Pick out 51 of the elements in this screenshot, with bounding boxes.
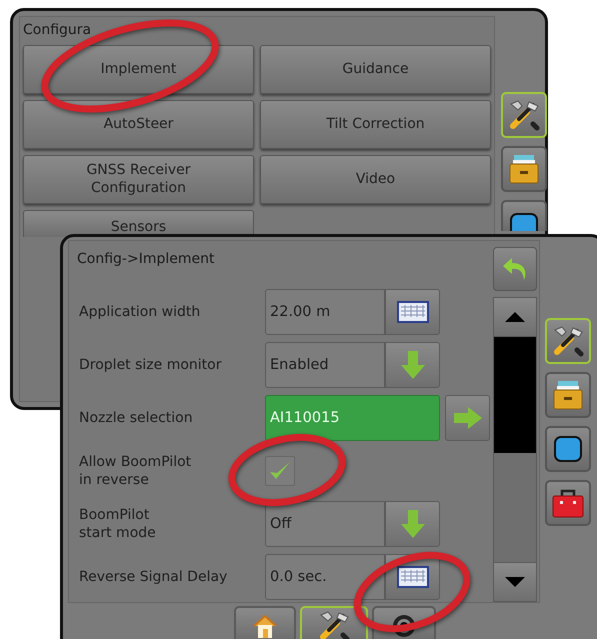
menu-button[interactable]: Tilt Correction	[260, 100, 491, 149]
side-tab[interactable]	[501, 146, 547, 192]
keyboard-icon	[396, 300, 430, 324]
tools-icon	[507, 98, 541, 132]
value-field[interactable]: 22.00 m	[265, 289, 385, 335]
setting-label: Allow BoomPilot in reverse	[78, 452, 192, 490]
camera-icon	[391, 613, 417, 639]
bottom-tab[interactable]	[234, 606, 296, 639]
down-triangle-icon	[504, 576, 526, 588]
bottom-tab[interactable]	[300, 606, 368, 639]
drawer-icon	[551, 378, 585, 412]
menu-button[interactable]: Sensors	[23, 210, 254, 237]
menu-button[interactable]: GNSS Receiver Configuration	[23, 155, 254, 204]
tools-icon	[551, 324, 585, 358]
back-button[interactable]	[493, 247, 537, 291]
side-tab[interactable]	[545, 372, 591, 418]
down-arrow-icon	[400, 508, 426, 540]
menu-button[interactable]: AutoSteer	[23, 100, 254, 149]
home-icon	[251, 613, 279, 639]
side-tab[interactable]	[545, 426, 591, 472]
side-tab[interactable]	[545, 318, 591, 364]
value-field[interactable]: 0.0 sec.	[265, 554, 385, 600]
side-tab[interactable]	[501, 200, 547, 231]
keyboard-button[interactable]	[385, 289, 440, 335]
setting-label: Reverse Signal Delay	[78, 568, 228, 586]
dropdown-field[interactable]: Off	[265, 501, 385, 547]
setting-label: Application width	[78, 302, 202, 322]
tools-icon	[317, 609, 351, 639]
menu-button[interactable]: Guidance	[260, 45, 491, 94]
scroll-thumb[interactable]	[494, 337, 536, 453]
dropdown-field[interactable]: Enabled	[265, 342, 385, 388]
setting-label: Droplet size monitor	[78, 356, 222, 374]
window-title: Configura	[23, 21, 92, 40]
side-tab[interactable]	[501, 92, 547, 138]
setting-label: Nozzle selection	[78, 408, 194, 428]
drawer-icon	[507, 152, 541, 186]
scroll-down-button[interactable]	[493, 562, 537, 602]
keyboard-icon	[396, 565, 430, 589]
up-triangle-icon	[504, 311, 526, 323]
dropdown-button[interactable]	[385, 501, 440, 547]
menu-button[interactable]: Video	[260, 155, 491, 204]
down-arrow-icon	[400, 349, 426, 381]
window-title: Config->Implement	[77, 250, 214, 267]
selection-field[interactable]: AI110015	[265, 395, 440, 441]
menu-button[interactable]: Implement	[23, 45, 254, 94]
next-button[interactable]	[445, 395, 490, 441]
checkbox[interactable]	[265, 456, 295, 486]
setting-label: BoomPilot start mode	[78, 506, 157, 542]
right-arrow-icon	[452, 406, 484, 430]
dropdown-button[interactable]	[385, 342, 440, 388]
scroll-up-button[interactable]	[493, 297, 537, 337]
